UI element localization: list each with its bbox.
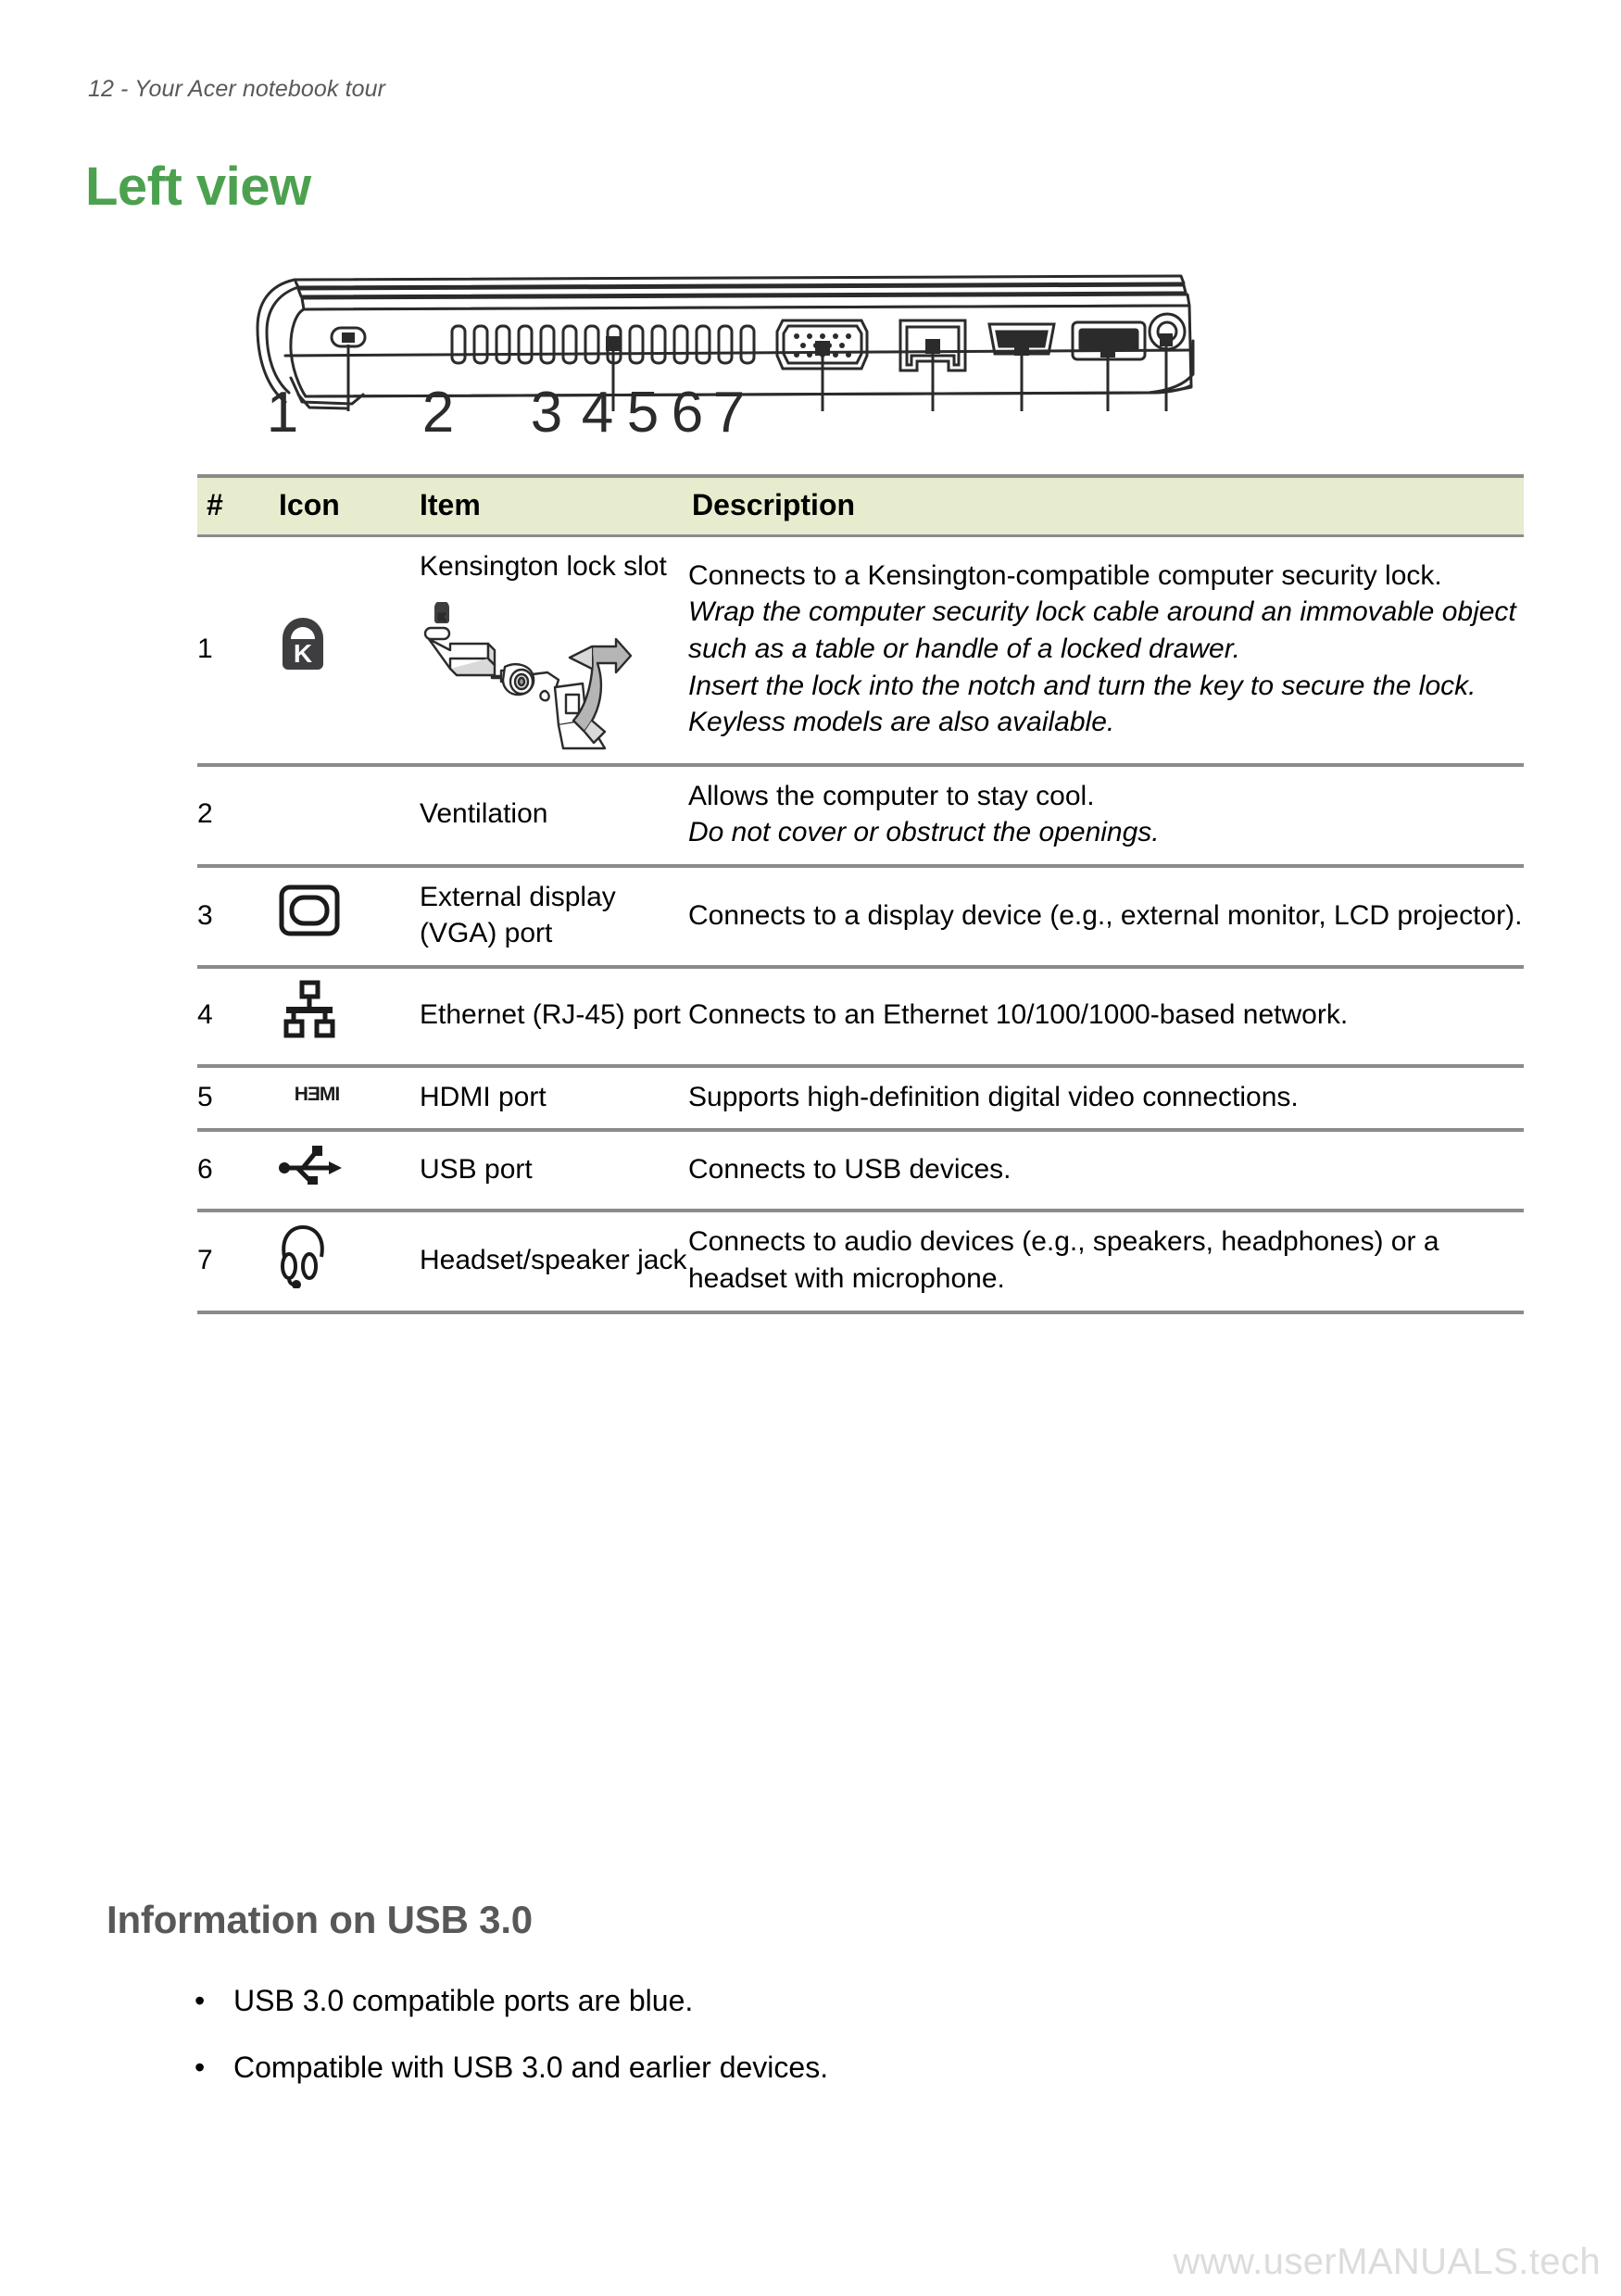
row-item-label: Kensington lock slot	[420, 551, 667, 582]
table-row: 2 Ventilation Allows the computer to stay …	[197, 762, 1524, 866]
row-icon-empty	[279, 762, 420, 866]
figure-callout-7: 7	[712, 381, 746, 445]
kensington-lock-insertion-illustration: K	[420, 599, 688, 750]
column-header-number: #	[197, 474, 279, 536]
row-item-cell: USB port	[420, 1128, 688, 1211]
row-item-label: Ventilation	[420, 798, 548, 830]
port-spec-table: # Icon Item Description 1 K Kensington loc…	[197, 474, 1524, 1315]
list-item: • Compatible with USB 3.0 and earlier dev…	[195, 2049, 1399, 2086]
svg-text:K: K	[438, 612, 446, 623]
running-header: 12 - Your Acer notebook tour	[88, 76, 386, 102]
row-number: 5	[197, 1063, 279, 1131]
headset-icon	[279, 1223, 329, 1289]
table-header-row: # Icon Item Description	[197, 474, 1524, 536]
row-description-cell: Connects to an Ethernet 10/100/1000-base…	[688, 964, 1524, 1066]
description-paragraph: Connects to a display device (e.g., exte…	[688, 899, 1523, 931]
row-description-cell: Connects to a display device (e.g., exte…	[688, 863, 1524, 967]
description-paragraph: Allows the computer to stay cool.	[688, 780, 1095, 811]
description-paragraph: Connects to USB devices.	[688, 1153, 1012, 1185]
description-paragraph: Supports high-definition digital video c…	[688, 1081, 1299, 1112]
row-description-cell: Supports high-definition digital video c…	[688, 1063, 1524, 1131]
figure-callout-5: 5	[626, 381, 660, 445]
usb-trident-icon	[279, 1128, 420, 1211]
row-description-cell: Connects to a Kensington-compatible comp…	[688, 533, 1524, 765]
figure-callout-3: 3	[530, 381, 563, 445]
row-item-label: HDMI port	[420, 1081, 547, 1112]
row-item-cell: Headset/speaker jack	[420, 1208, 688, 1315]
row-number: 4	[197, 964, 279, 1066]
usb-trident-icon	[279, 1143, 344, 1186]
row-item-label: External display (VGA) port	[420, 881, 616, 949]
table-row: 7 Headset/speaker jack Connects to audio d…	[197, 1208, 1524, 1315]
row-item-cell: HDMI port	[420, 1063, 688, 1131]
table-row: 4 Ethernet (RJ-45) port Connects to an Eth…	[197, 964, 1524, 1066]
column-header-item: Item	[420, 474, 688, 536]
row-item-label: Headset/speaker jack	[420, 1245, 687, 1276]
description-paragraph: Wrap the computer security lock cable ar…	[688, 596, 1516, 664]
row-number: 2	[197, 762, 279, 866]
svg-text:K: K	[294, 639, 312, 668]
table-row: 3 External display (VGA) port Connects to …	[197, 863, 1524, 967]
description-paragraph: Connects to a Kensington-compatible comp…	[688, 559, 1442, 591]
row-item-label: USB port	[420, 1153, 533, 1185]
row-description-cell: Allows the computer to stay cool. Do not …	[688, 762, 1524, 866]
row-item-cell: External display (VGA) port	[420, 863, 688, 967]
column-header-description: Description	[688, 474, 1524, 536]
row-number: 1	[197, 533, 279, 765]
subsection-title-usb3: Information on USB 3.0	[107, 1898, 533, 1941]
bullet-marker-icon: •	[195, 1984, 206, 2017]
usb3-bullet-list: • USB 3.0 compatible ports are blue. • Comp…	[195, 1982, 1399, 2115]
row-item-cell: Ventilation	[420, 762, 688, 866]
figure-callout-6: 6	[671, 381, 704, 445]
vga-display-icon	[279, 863, 420, 967]
list-item: • USB 3.0 compatible ports are blue.	[195, 1982, 1399, 2019]
page-title: Left view	[85, 157, 311, 217]
row-item-cell: Ethernet (RJ-45) port	[420, 964, 688, 1066]
table-row: 5 HƎMI HDMI port Supports high-definition d…	[197, 1063, 1524, 1131]
table-row: 6 USB port Connects to USB devices.	[197, 1128, 1524, 1211]
row-description-cell: Connects to audio devices (e.g., speaker…	[688, 1208, 1524, 1315]
headset-icon	[279, 1208, 420, 1315]
table-body: 1 K Kensington lock slot K Connects to a Ken…	[197, 533, 1524, 1315]
ethernet-network-icon	[279, 964, 420, 1066]
column-header-icon: Icon	[279, 474, 420, 536]
ethernet-network-icon	[279, 980, 340, 1041]
description-paragraph: Insert the lock into the notch and turn …	[688, 670, 1476, 738]
description-paragraph: Connects to an Ethernet 10/100/1000-base…	[688, 999, 1349, 1031]
kensington-lock-icon: K	[279, 616, 327, 673]
row-number: 7	[197, 1208, 279, 1315]
manual-page: 12 - Your Acer notebook tour Left view 1…	[0, 0, 1621, 2296]
svg-text:HƎMI: HƎMI	[295, 1084, 340, 1105]
figure-callout-1: 1	[266, 381, 299, 445]
row-item-cell: Kensington lock slot K	[420, 533, 688, 765]
description-paragraph: Connects to audio devices (e.g., speaker…	[688, 1226, 1439, 1295]
bullet-text: Compatible with USB 3.0 and earlier devi…	[233, 2051, 829, 2084]
row-number: 3	[197, 863, 279, 967]
kensington-lock-icon: K	[279, 533, 420, 765]
site-watermark: www.userMANUALS.tech	[1173, 2241, 1601, 2282]
row-number: 6	[197, 1128, 279, 1211]
figure-callout-2: 2	[421, 381, 455, 445]
hdmi-logo-icon: HƎMI	[279, 1082, 355, 1106]
description-paragraph: Do not cover or obstruct the openings.	[688, 817, 1160, 848]
table-row: 1 K Kensington lock slot K Connects to a Ken…	[197, 533, 1524, 765]
hdmi-logo-icon: HƎMI	[279, 1063, 420, 1131]
bullet-text: USB 3.0 compatible ports are blue.	[233, 1984, 694, 2017]
row-item-label: Ethernet (RJ-45) port	[420, 999, 681, 1031]
figure-callout-4: 4	[581, 381, 614, 445]
vga-display-icon	[279, 885, 340, 936]
figure-callout-numbers: 1 2 34567	[213, 384, 1195, 458]
row-description-cell: Connects to USB devices.	[688, 1128, 1524, 1211]
bullet-marker-icon: •	[195, 2051, 206, 2084]
